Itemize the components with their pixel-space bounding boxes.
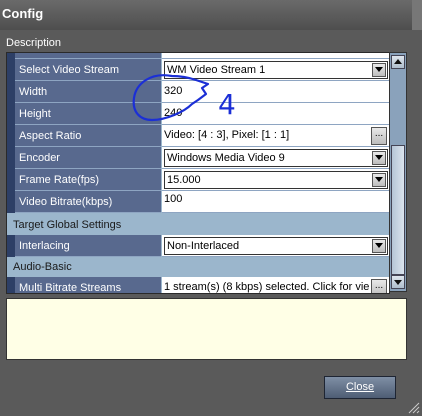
handwritten-annotation: 4 bbox=[132, 74, 236, 122]
annotation-digit: 4 bbox=[218, 88, 236, 121]
